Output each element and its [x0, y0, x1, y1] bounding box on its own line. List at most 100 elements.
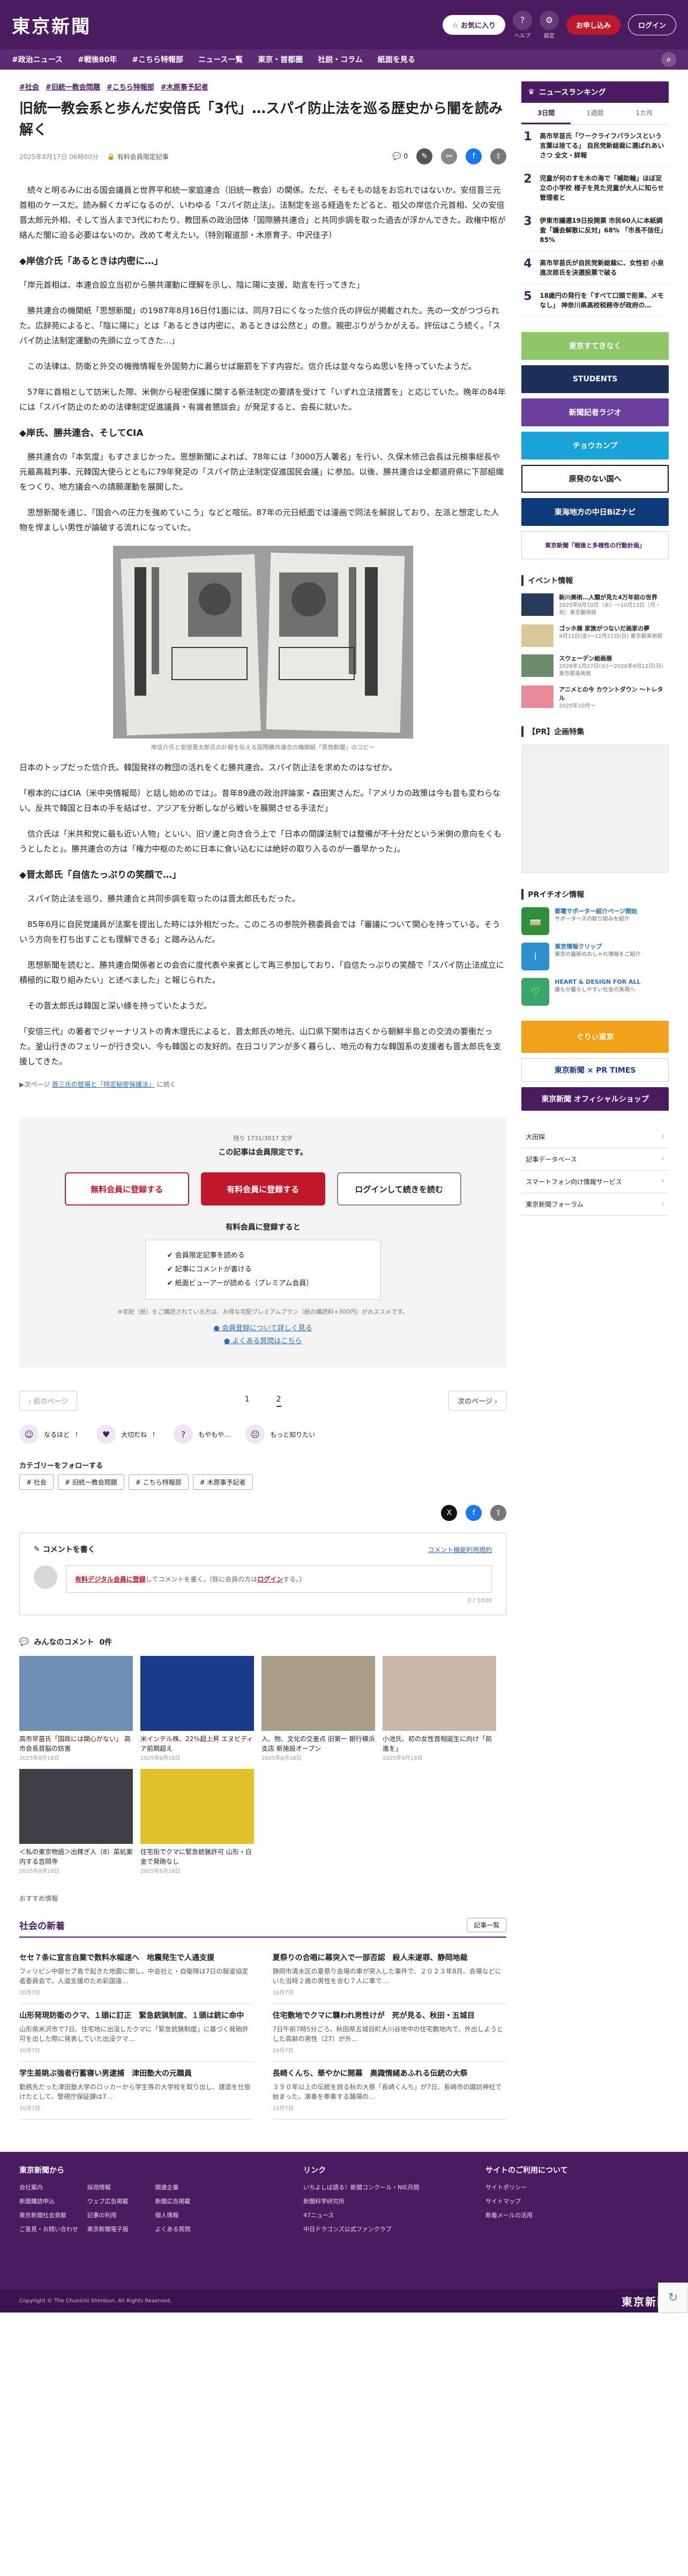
- link-icon[interactable]: ⚯: [441, 148, 458, 164]
- footer-link[interactable]: サイトマップ: [485, 2197, 646, 2205]
- event-item[interactable]: ゴッホ展 家族がつないだ画家の夢 9月12日(金)〜12月21日(日) 東京都美術…: [521, 624, 669, 647]
- sidebar-link[interactable]: 大田探: [521, 1126, 669, 1148]
- footer-link[interactable]: よくある質問: [155, 2225, 223, 2233]
- next-page-button[interactable]: 次のページ ›: [448, 1391, 507, 1411]
- news-item[interactable]: 学生差眺ぶ強者行蓄寝い男逮捕 津田塾大の元職員 勤務先だった津田塾大学のロッカーか…: [19, 2062, 253, 2120]
- help-button[interactable]: ? ヘルプ: [512, 10, 532, 39]
- follow-tag[interactable]: # こちら特報部: [128, 1474, 189, 1490]
- event-item[interactable]: アニメとの今 カウントダウン 〜トレタル 2025年10月〜: [521, 686, 669, 710]
- comment-count[interactable]: 💬 0: [393, 153, 408, 161]
- ranking-item[interactable]: 3 伊東市議選19日投開票 市民60人に本紙調査「議会解散に反対」68% 「市長不…: [521, 209, 669, 252]
- footer-link[interactable]: 東京新聞社会貢献: [19, 2211, 87, 2219]
- reaction-naruhodo[interactable]: ☺ なるほど！: [19, 1425, 81, 1444]
- news-item[interactable]: セセ７条に宣言自棄で数料水幅速へ 地震発生で人通支援 フィリピン中部セブ島で起きた…: [19, 1946, 253, 2004]
- tag-link[interactable]: #社会: [19, 81, 39, 92]
- footer-link[interactable]: 新聞広告掲載: [155, 2197, 223, 2205]
- comment-rules-link[interactable]: コメント機能利用規約: [428, 1545, 492, 1554]
- ranking-item[interactable]: 2 児童が何のすを木の海で「補助輪」ほぼ足立の小学校 様子を見た児童が大人に知らせ…: [521, 167, 669, 209]
- banner[interactable]: 東京新聞 × PR TIMES: [521, 1058, 669, 1082]
- banner[interactable]: ぐりぃ東京: [521, 1021, 669, 1053]
- news-item[interactable]: 山形発現防衛のクマ、１頭に訂正 緊急銃猟制度、１頭は銃に命中 山形県米沢市で7日、…: [19, 2004, 253, 2062]
- footer-link[interactable]: 記事の利用: [87, 2211, 155, 2219]
- banner[interactable]: 東京新聞 オフィシャルショップ: [521, 1087, 669, 1111]
- membership-info-link[interactable]: ● 会員登録について詳しく見る: [19, 1322, 506, 1335]
- footer-link[interactable]: 新着メールの活用: [485, 2211, 646, 2219]
- footer-link[interactable]: ご意見・お問い合わせ: [19, 2225, 87, 2233]
- news-item[interactable]: 夏祭りの合唱に幕突入で一部否認 殺人未遂罪、静岡地裁 静岡市清水区の夏祭り会場の車…: [272, 1946, 507, 2004]
- nav-item-news-list[interactable]: ニュース一覧: [198, 54, 243, 65]
- event-item[interactable]: 新川美術…人類が見た4万年前の世界 2025年9月10日（水）〜10月13日（月・…: [521, 593, 669, 617]
- social-more-button[interactable]: 記事一覧: [467, 1918, 507, 1932]
- reaction-motto[interactable]: ☹ もっと知りたい: [245, 1425, 315, 1444]
- tag-link[interactable]: #こちら特報部: [107, 81, 154, 92]
- share-icon[interactable]: ⇪: [490, 1505, 507, 1521]
- login-link[interactable]: ログイン: [257, 1576, 283, 1583]
- login-continue-button[interactable]: ログインして続きを読む: [336, 1172, 461, 1206]
- page-1-link[interactable]: 1: [245, 1395, 250, 1407]
- related-card[interactable]: ＜私の東京物語＞出稼ぎ人（8）菜処案内する吉岡寺 2025年8月18日: [19, 1769, 133, 1874]
- banner[interactable]: チョウカンプ: [521, 432, 669, 460]
- x-icon[interactable]: X: [441, 1505, 458, 1521]
- pr-item[interactable]: ♡ HEART & DESIGN FOR ALL 誰もが暮らしやすい社会の実現へ: [521, 978, 669, 1006]
- recaptcha-icon[interactable]: ↻: [658, 2283, 688, 2313]
- footer-link[interactable]: ウェブ広告掲載: [87, 2197, 155, 2205]
- follow-tag[interactable]: # 社会: [19, 1474, 54, 1490]
- footer-link[interactable]: 新聞科学研究所: [303, 2197, 464, 2205]
- favorites-button[interactable]: ☆ お気に入り: [442, 14, 505, 35]
- reaction-moyamoya[interactable]: ? もやもや…: [174, 1425, 230, 1444]
- prev-page-button[interactable]: ‹ 前のページ: [19, 1391, 78, 1411]
- nav-item-tokuhobu[interactable]: #こちら特報部: [132, 54, 183, 65]
- tag-link[interactable]: #木原事予記者: [161, 81, 208, 92]
- tab-1month[interactable]: 1カ月: [619, 103, 669, 124]
- sidebar-link[interactable]: 東京新聞フォーラム: [521, 1193, 669, 1216]
- share-icon[interactable]: ⇪: [490, 148, 507, 164]
- nav-item-editorial[interactable]: 社説・コラム: [318, 54, 363, 65]
- facebook-icon[interactable]: f: [466, 1505, 482, 1521]
- footer-link[interactable]: 関連企業: [155, 2183, 223, 2191]
- news-item[interactable]: 住宅敷地でクマに襲われ男性けが 死が見る、秋田・五城目 7日午前7時5分ごろ、秋田…: [272, 2004, 507, 2062]
- site-logo[interactable]: 東京新聞: [12, 12, 91, 38]
- facebook-icon[interactable]: f: [466, 148, 482, 164]
- related-card[interactable]: 高市早苗氏「国政には関心がない」 高市会長首脳の妨害 2025年8月18日: [19, 1656, 133, 1761]
- related-card[interactable]: 小池氏、初の女性首相誕生に向け「前進を」 2025年8月18日: [383, 1656, 496, 1761]
- tab-1week[interactable]: 1週間: [571, 103, 620, 124]
- banner[interactable]: 新聞記者ラジオ: [521, 398, 669, 426]
- ranking-item[interactable]: 4 高市早苗氏が自民党新総裁に、女性初 小泉進次郎氏を決選投票で破る: [521, 252, 669, 284]
- nav-item-tokyo[interactable]: 東京・首都圏: [258, 54, 303, 65]
- nav-item-postwar80[interactable]: #戦後80年: [78, 54, 117, 65]
- tab-3days[interactable]: 3日間: [521, 103, 571, 124]
- banner[interactable]: STUDENTS: [521, 365, 669, 393]
- ranking-item[interactable]: 5 18歳円の発行を「すべて口頭で拒果、メモなし」 神奈川県高校税務寺が政府の…: [521, 284, 669, 317]
- footer-link[interactable]: 個人情報: [155, 2211, 223, 2219]
- banner[interactable]: 東京新聞「戦後と多様性の行動計画」: [521, 531, 669, 559]
- footer-link[interactable]: 会社案内: [19, 2183, 87, 2191]
- register-link[interactable]: 有料デジタル会員に登録: [75, 1576, 146, 1583]
- clip-icon[interactable]: ✎: [416, 148, 433, 164]
- sidebar-link[interactable]: 記事データベース: [521, 1148, 669, 1171]
- login-button[interactable]: ログイン: [627, 14, 676, 35]
- footer-link[interactable]: いちよしば語る！新聞コンクール・NIE月間: [303, 2183, 464, 2191]
- follow-tag[interactable]: # 木原事予記者: [192, 1474, 253, 1490]
- comment-input[interactable]: 有料デジタル会員に登録してコメントを書く。(既に会員の方はログインする。): [66, 1565, 492, 1593]
- banner[interactable]: 東京すてきなく: [521, 332, 669, 360]
- pr-item[interactable]: i 東京情報クリップ 東京の最新のおしゃれ情報をご紹介: [521, 943, 669, 970]
- banner[interactable]: 原発のない国へ: [521, 465, 669, 493]
- nav-item-politics[interactable]: #政治ニュース: [12, 54, 63, 65]
- follow-tag[interactable]: # 旧統一教会問題: [57, 1474, 124, 1490]
- footer-link[interactable]: 新聞購読申込: [19, 2197, 87, 2205]
- reaction-taisetsu[interactable]: ♥ 大切だね！: [96, 1425, 159, 1444]
- footer-link[interactable]: サイトポリシー: [485, 2183, 646, 2191]
- ranking-item[interactable]: 1 高市早苗氏「ワークライフバランスという言葉は捨てる」 自民党新総裁に選ばれあい…: [521, 125, 669, 167]
- related-card[interactable]: 入、物、文化の交差点 旧第一 銀行横浜支店 新施設オープン 2025年8月18日: [261, 1656, 375, 1761]
- footer-link[interactable]: 採用情報: [87, 2183, 155, 2191]
- footer-link[interactable]: 東京新聞電子版: [87, 2225, 155, 2233]
- free-register-button[interactable]: 無料会員に登録する: [64, 1172, 189, 1206]
- faq-link[interactable]: ● よくある質問はこちら: [19, 1335, 506, 1348]
- pr-feature-box[interactable]: [521, 744, 669, 873]
- nav-item-paper[interactable]: 紙面を見る: [378, 54, 415, 65]
- related-card[interactable]: 米インテル株、22％超上昇 エヌビディア前期超え 2025年8月18日: [140, 1656, 254, 1761]
- footer-link[interactable]: 47ニュース: [303, 2211, 464, 2219]
- event-item[interactable]: スウェーデン絵画展 2026年1月27日(火)〜2026年4月12日(日) 東京都…: [521, 654, 669, 678]
- related-card[interactable]: 住宅街でクマに緊急銃猟許可 山形・白金で発砲なし 2025年8月18日: [140, 1769, 254, 1874]
- news-item[interactable]: 長崎くんち、華やかに開幕 奥諏情緒あふれる伝統の大祭 ３９０年以上の伝統を誇る秋の…: [272, 2062, 507, 2120]
